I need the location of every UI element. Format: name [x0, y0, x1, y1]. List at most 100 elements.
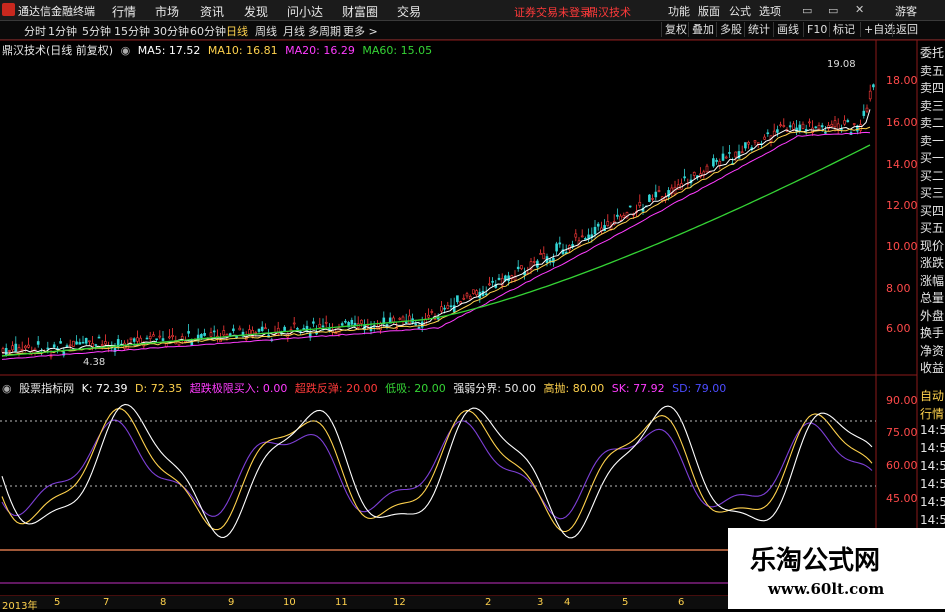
tab-timeshare[interactable]: 分时 [24, 23, 46, 39]
quote-field-label: 总量 [920, 291, 945, 305]
restore-icon[interactable]: ▭ [828, 4, 838, 17]
indicator-tick: 60.00 [886, 459, 918, 472]
settings-icon[interactable]: ◉ [2, 382, 12, 395]
tab-15min[interactable]: 15分钟 [114, 23, 150, 39]
candle-body [628, 205, 632, 208]
multi-stock-button[interactable]: 多股 [716, 22, 745, 37]
date-tick: 8 [160, 597, 167, 608]
candle-body [552, 257, 555, 263]
date-tick: 5 [54, 597, 61, 608]
menu-layout[interactable]: 版面 [698, 3, 720, 19]
candle-body [276, 327, 280, 334]
candle-body [632, 213, 635, 216]
candle-body [318, 323, 322, 328]
tick-list-item[interactable]: 14:50 [920, 459, 945, 473]
menu-function[interactable]: 功能 [668, 3, 690, 19]
candle-body [331, 329, 334, 333]
menu-item-ask[interactable]: 问小达 [287, 3, 323, 20]
tab-60min[interactable]: 60分钟 [190, 23, 226, 39]
draw-line-button[interactable]: 画线 [773, 22, 802, 37]
tab-monthly[interactable]: 月线 [283, 23, 305, 39]
quote-field-label: 净资 [920, 343, 945, 358]
candle-body [596, 223, 600, 227]
settings-icon[interactable]: ◉ [121, 44, 131, 57]
candle-body [363, 324, 366, 331]
tick-list-item[interactable]: 14:50 [920, 477, 945, 491]
menu-options[interactable]: 选项 [759, 3, 781, 19]
tick-list-item[interactable]: 14:50 [920, 513, 945, 527]
menu-item-trade[interactable]: 交易 [397, 3, 421, 20]
candle-body [62, 351, 66, 356]
guest-user[interactable]: 游客 [895, 3, 917, 19]
mark-button[interactable]: 标记 [829, 22, 858, 37]
tick-list-item[interactable]: 自动 [920, 387, 944, 404]
tick-list-item[interactable]: 14:50 [920, 423, 945, 437]
candle-body [433, 318, 437, 321]
candle-body [395, 327, 398, 330]
close-icon[interactable]: ✕ [855, 3, 864, 16]
high-sell-value: 高抛: 80.00 [543, 382, 605, 395]
candle-body [158, 335, 162, 338]
candle-body [849, 132, 853, 135]
candle-body [81, 341, 85, 344]
candle-body [824, 131, 827, 134]
tick-list-item[interactable]: 行情 [920, 405, 944, 422]
candle-body [190, 341, 194, 346]
k-line [1, 403, 873, 539]
chart-canvas [0, 39, 945, 597]
restore-rights-button[interactable]: 复权 [661, 22, 690, 37]
menu-item-wealth[interactable]: 财富圈 [342, 3, 378, 20]
menu-item-quotes[interactable]: 行情 [112, 3, 136, 20]
candle-body [116, 339, 120, 347]
tab-30min[interactable]: 30分钟 [153, 23, 189, 39]
menu-formula[interactable]: 公式 [729, 3, 751, 19]
candle-body [740, 151, 744, 154]
menu-item-market[interactable]: 市场 [155, 3, 179, 20]
candle-body [84, 337, 88, 344]
tick-list-item[interactable]: 14:50 [920, 441, 945, 455]
candle-body [600, 227, 603, 232]
candle-body [440, 306, 443, 312]
candle-body [382, 317, 386, 325]
menu-item-news[interactable]: 资讯 [200, 3, 224, 20]
candle-body [731, 162, 734, 165]
candle-body [446, 305, 450, 309]
statistics-button[interactable]: 统计 [744, 22, 773, 37]
candle-body [504, 275, 507, 281]
candle-body [507, 275, 510, 282]
tab-more[interactable]: 更多 > [343, 23, 378, 39]
price-tick: 18.00 [886, 74, 918, 87]
candle-body [404, 320, 408, 324]
f10-button[interactable]: F10 [803, 22, 830, 37]
tab-1min[interactable]: 1分钟 [48, 23, 77, 39]
candle-body [516, 266, 520, 270]
candle-body [532, 261, 536, 263]
menu-item-discover[interactable]: 发现 [244, 3, 268, 20]
candle-body [264, 327, 267, 330]
candle-body [219, 339, 222, 342]
tab-5min[interactable]: 5分钟 [82, 23, 111, 39]
tick-list-item[interactable]: 14:50 [920, 495, 945, 509]
candle-body [616, 214, 619, 217]
candle-body [577, 240, 581, 247]
candle-body [619, 215, 622, 221]
minimize-icon[interactable]: ▭ [802, 4, 812, 17]
candle-body [225, 334, 229, 338]
watermark-text: 乐淘公式网 [750, 546, 881, 576]
trade-login-status[interactable]: 证券交易未登录 [514, 4, 591, 20]
tab-multi-period[interactable]: 多周期 [308, 23, 341, 39]
candle-body [299, 331, 302, 333]
candle-body [305, 325, 309, 331]
price-tick: 6.00 [886, 322, 911, 335]
tab-weekly[interactable]: 周线 [255, 23, 277, 39]
candle-body [750, 147, 754, 151]
overlay-button[interactable]: 叠加 [688, 22, 717, 37]
candle-body [251, 330, 254, 337]
price-tick: 16.00 [886, 116, 918, 129]
tab-daily[interactable]: 日线 [226, 23, 248, 39]
back-button[interactable]: 返回 [892, 22, 921, 37]
candle-body [36, 341, 40, 345]
candle-body [168, 336, 171, 339]
stock-name-link[interactable]: 鼎汉技术 [587, 4, 631, 20]
candle-body [347, 322, 350, 328]
